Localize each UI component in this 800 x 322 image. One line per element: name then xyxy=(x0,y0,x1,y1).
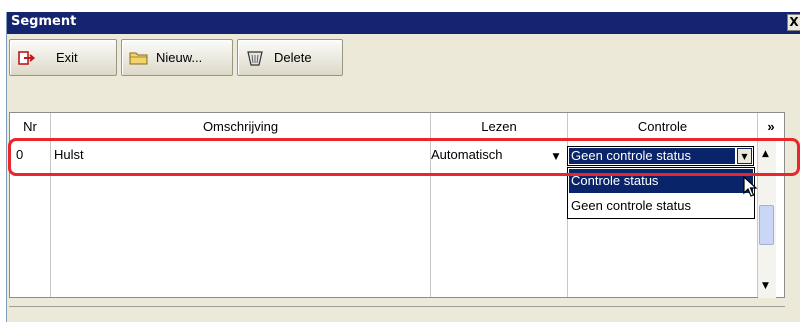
exit-icon xyxy=(16,48,38,68)
new-label: Nieuw... xyxy=(156,50,203,65)
header-nr[interactable]: Nr xyxy=(10,113,50,141)
close-button[interactable]: X xyxy=(787,14,800,31)
new-button[interactable]: Nieuw... xyxy=(121,39,233,76)
toolbar: Exit Nieuw... Delete xyxy=(7,34,800,92)
exit-label: Exit xyxy=(56,50,78,65)
lezen-dropdown-arrow-icon[interactable]: ▼ xyxy=(549,149,563,165)
row-omschrijving-cell[interactable]: Hulst xyxy=(54,144,424,166)
controle-dropdown-button[interactable]: ▼ xyxy=(737,148,752,164)
delete-button[interactable]: Delete xyxy=(237,39,343,76)
trash-icon xyxy=(244,48,266,68)
folder-icon xyxy=(128,48,150,68)
controle-selected-value: Geen controle status xyxy=(569,148,735,164)
mouse-pointer-icon xyxy=(742,175,758,202)
status-bar xyxy=(9,306,785,322)
header-lezen[interactable]: Lezen xyxy=(431,113,567,141)
scroll-up-icon[interactable]: ▲ xyxy=(762,149,769,159)
controle-dropdown-list: Controle status Geen controle status xyxy=(567,167,755,219)
row-nr-cell[interactable]: 0 xyxy=(16,144,46,166)
exit-button[interactable]: Exit xyxy=(9,39,117,76)
dropdown-option-controle-status[interactable]: Controle status xyxy=(569,169,753,193)
vertical-scrollbar[interactable]: ▲ ▼ xyxy=(758,141,776,298)
dropdown-option-geen-controle-status[interactable]: Geen controle status xyxy=(569,194,753,218)
segment-window: Segment X Exit Nieuw... Delete Nr Omschr… xyxy=(6,12,800,322)
header-omschrijving[interactable]: Omschrijving xyxy=(51,113,430,141)
controle-combobox[interactable]: Geen controle status ▼ xyxy=(567,146,754,166)
header-controle[interactable]: Controle xyxy=(568,113,757,141)
scroll-thumb[interactable] xyxy=(759,205,774,245)
scroll-down-icon[interactable]: ▼ xyxy=(762,281,769,291)
title-bar: Segment X xyxy=(7,12,800,34)
segment-grid: Nr Omschrijving Lezen Controle » 0 Hulst… xyxy=(9,112,785,298)
window-title: Segment xyxy=(11,14,77,29)
delete-label: Delete xyxy=(274,50,312,65)
row-lezen-cell[interactable]: Automatisch xyxy=(431,144,549,166)
header-more-columns[interactable]: » xyxy=(758,113,784,141)
